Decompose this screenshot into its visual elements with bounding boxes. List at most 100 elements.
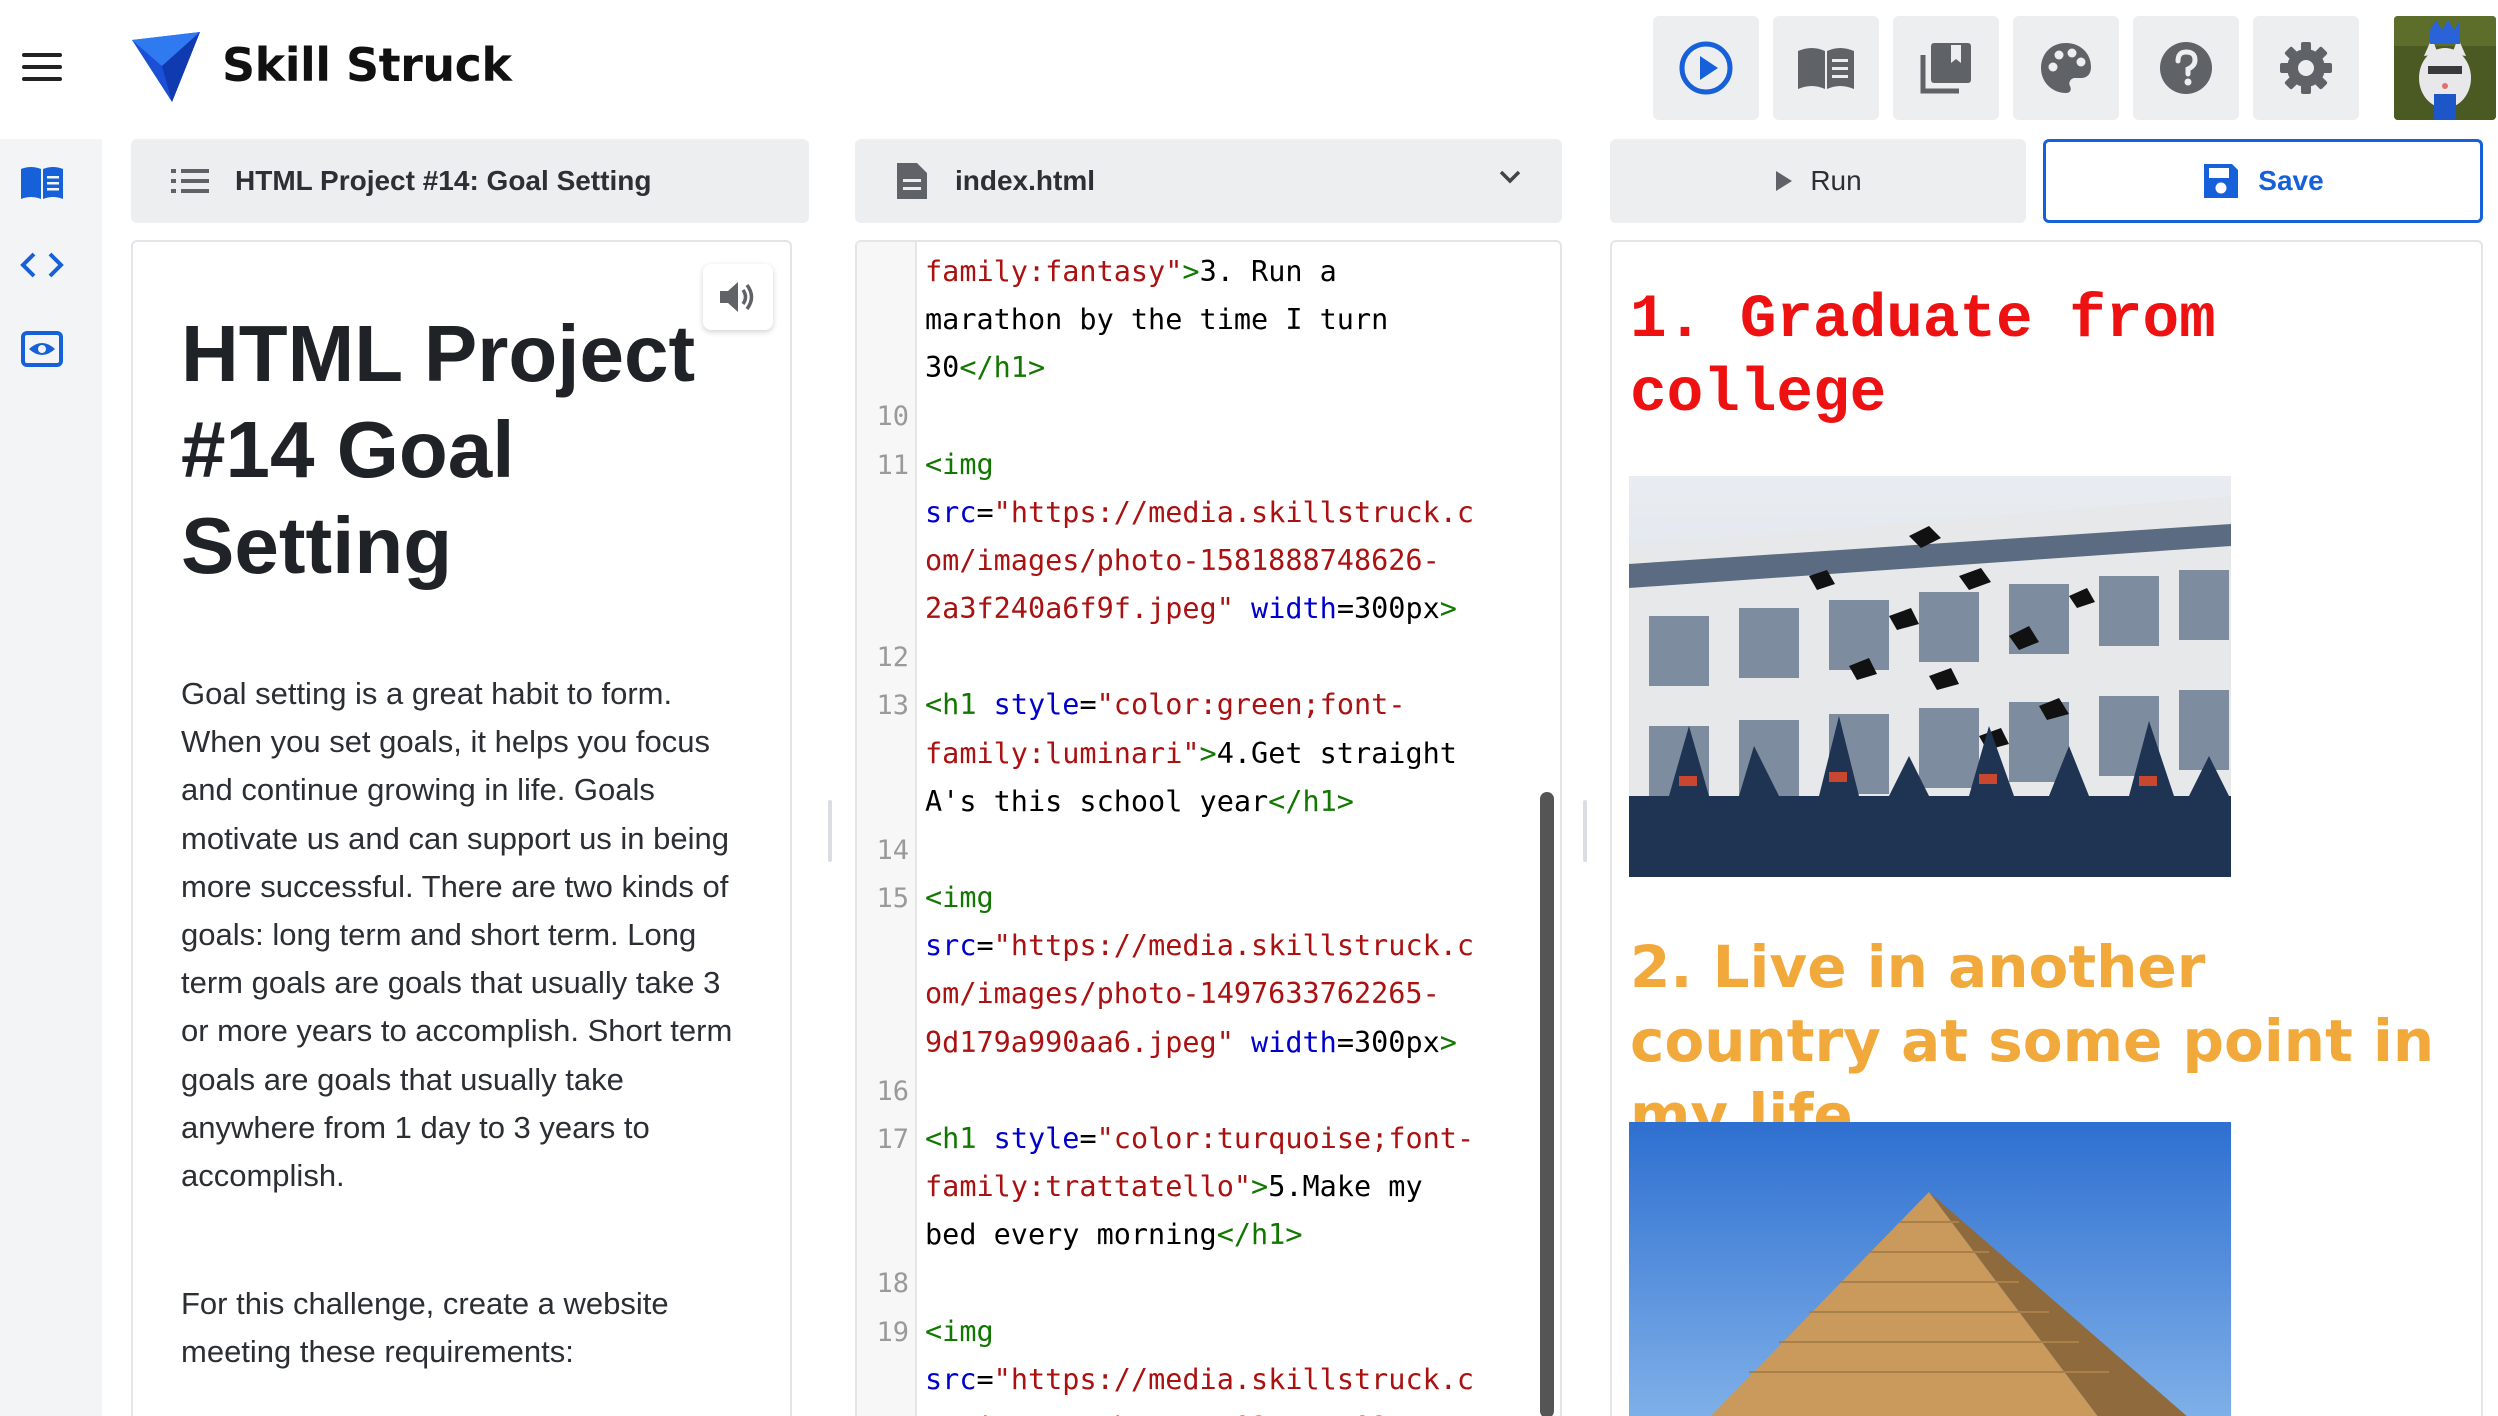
code-line[interactable]: 9d179a990aa6.jpeg" width=300px> bbox=[857, 1019, 1557, 1067]
code-line[interactable]: 14 bbox=[857, 826, 1557, 874]
code-line[interactable]: 30</h1> bbox=[857, 344, 1557, 392]
code-token: style bbox=[993, 688, 1080, 722]
code-token: "https://media.skillstruck.c bbox=[993, 929, 1475, 963]
code-line[interactable]: 16 bbox=[857, 1067, 1557, 1115]
play-icon bbox=[1776, 171, 1793, 191]
code-token: 9d179a990aa6.jpeg" bbox=[925, 1025, 1234, 1059]
code-editor[interactable]: family:fantasy">3. Run a marathon by the … bbox=[855, 240, 1562, 1416]
code-token: 4.Get straight bbox=[1216, 736, 1457, 770]
line-number: 18 bbox=[876, 1268, 909, 1300]
code-text: om/images/photo-1581888748626- bbox=[925, 537, 1440, 585]
editor-scrollbar[interactable] bbox=[1540, 792, 1554, 1416]
code-token: = bbox=[976, 1362, 994, 1396]
code-text: 30</h1> bbox=[925, 344, 1045, 392]
code-token: "https://media.skillstruck.c bbox=[993, 1362, 1475, 1396]
preview-panel: 1. Graduate from college 2. Live in anot… bbox=[1610, 240, 2483, 1416]
code-token: om/images/photo-1497633762265- bbox=[925, 977, 1440, 1011]
settings-button[interactable] bbox=[2253, 16, 2359, 120]
code-line[interactable]: src="https://media.skillstruck.c bbox=[857, 922, 1557, 970]
library-button[interactable] bbox=[1893, 16, 1999, 120]
top-bar: Skill Struck bbox=[0, 0, 2498, 139]
line-number: 19 bbox=[876, 1316, 909, 1348]
run-button[interactable]: Run bbox=[1610, 139, 2026, 223]
code-token: marathon by the time I turn bbox=[925, 303, 1389, 337]
list-icon bbox=[171, 169, 209, 193]
code-line[interactable]: 11 <img bbox=[857, 441, 1557, 489]
code-token: <h1 bbox=[925, 1121, 977, 1155]
code-line[interactable]: 18 bbox=[857, 1259, 1557, 1307]
floppy-disk-icon bbox=[2204, 164, 2239, 198]
code-token: <img bbox=[925, 447, 994, 481]
code-token: src bbox=[925, 495, 977, 529]
sidebar-item-instructions[interactable] bbox=[18, 159, 66, 207]
code-token: =300px bbox=[1336, 1025, 1440, 1059]
code-text: family:trattatello">5.Make my bbox=[925, 1163, 1423, 1211]
code-token: </h1> bbox=[959, 351, 1046, 385]
code-line[interactable]: family:trattatello">5.Make my bbox=[857, 1163, 1557, 1211]
code-line[interactable]: 12 bbox=[857, 633, 1557, 681]
panel-splitter[interactable] bbox=[828, 800, 832, 862]
code-line[interactable]: src="https://media.skillstruck.c bbox=[857, 489, 1557, 537]
code-text: family:fantasy">3. Run a bbox=[925, 248, 1337, 296]
file-name: index.html bbox=[955, 165, 1096, 196]
code-text: om/images/photo-1497633762265- bbox=[925, 970, 1440, 1018]
instructions-header[interactable]: HTML Project #14: Goal Setting bbox=[131, 139, 809, 223]
code-token: <img bbox=[925, 881, 994, 915]
play-button[interactable] bbox=[1653, 16, 1759, 120]
left-rail bbox=[0, 139, 102, 1416]
save-button[interactable]: Save bbox=[2043, 139, 2483, 223]
code-token: </h1> bbox=[1268, 784, 1354, 818]
code-text: <img bbox=[925, 441, 994, 489]
help-button[interactable] bbox=[2133, 16, 2239, 120]
code-token: "color:green;font- bbox=[1096, 688, 1406, 722]
code-line[interactable]: 2a3f240a6f9f.jpeg" width=300px> bbox=[857, 585, 1557, 633]
read-aloud-button[interactable] bbox=[703, 264, 773, 330]
file-selector[interactable]: index.html bbox=[855, 139, 1562, 223]
user-avatar[interactable] bbox=[2394, 16, 2496, 120]
code-line[interactable]: src="https://media.skillstruck.c bbox=[857, 1356, 1557, 1404]
code-line[interactable]: om/images/photo-1503177119344- bbox=[857, 1404, 1557, 1416]
code-token: = bbox=[1079, 688, 1097, 722]
goal-2-heading: 2. Live in another country at some point… bbox=[1630, 933, 2435, 1149]
code-text: bed every morning</h1> bbox=[925, 1211, 1303, 1259]
line-number: 16 bbox=[876, 1075, 909, 1107]
panel-splitter[interactable] bbox=[1583, 800, 1587, 862]
code-line[interactable]: om/images/photo-1581888748626- bbox=[857, 537, 1557, 585]
code-token: style bbox=[993, 1121, 1080, 1155]
guide-button[interactable] bbox=[1773, 16, 1879, 120]
instructions-paragraph: Goal setting is a great habit to form. W… bbox=[181, 676, 733, 1194]
code-line[interactable]: om/images/photo-1497633762265- bbox=[857, 970, 1557, 1018]
goal-1-heading: 1. Graduate from college bbox=[1630, 286, 2216, 429]
sidebar-item-code[interactable] bbox=[18, 241, 66, 289]
code-line[interactable]: 10 bbox=[857, 392, 1557, 440]
code-token: width bbox=[1251, 592, 1337, 626]
code-line[interactable]: bed every morning</h1> bbox=[857, 1211, 1557, 1259]
code-line[interactable]: 15 <img bbox=[857, 874, 1557, 922]
instructions-paragraph: For this challenge, create a website mee… bbox=[181, 1286, 669, 1370]
pyramid-image bbox=[1629, 1122, 2231, 1416]
code-line[interactable]: 13 <h1 style="color:green;font- bbox=[857, 681, 1557, 729]
sidebar-item-preview[interactable] bbox=[18, 325, 66, 373]
code-line[interactable]: 17 <h1 style="color:turquoise;font- bbox=[857, 1115, 1557, 1163]
code-text: <img bbox=[925, 874, 994, 922]
line-number: 11 bbox=[876, 449, 909, 481]
code-text: <h1 style="color:green;font- bbox=[925, 681, 1405, 729]
speaker-icon bbox=[720, 282, 754, 312]
hamburger-menu-icon[interactable] bbox=[22, 53, 62, 85]
code-token: > bbox=[1199, 736, 1217, 770]
open-book-icon bbox=[1798, 48, 1854, 89]
code-line[interactable]: 19 <img bbox=[857, 1308, 1557, 1356]
save-label: Save bbox=[2258, 165, 2324, 196]
code-line[interactable]: marathon by the time I turn bbox=[857, 296, 1557, 344]
code-line[interactable]: family:luminari">4.Get straight bbox=[857, 730, 1557, 778]
code-token: family:fantasy" bbox=[925, 255, 1183, 288]
code-line[interactable]: A's this school year</h1> bbox=[857, 778, 1557, 826]
code-token: 5.Make my bbox=[1268, 1170, 1423, 1204]
code-token: "color:turquoise;font- bbox=[1096, 1121, 1475, 1155]
code-line[interactable]: family:fantasy">3. Run a bbox=[857, 248, 1557, 296]
theme-button[interactable] bbox=[2013, 16, 2119, 120]
library-books-icon bbox=[1920, 43, 1971, 94]
code-token: <img bbox=[925, 1314, 994, 1348]
